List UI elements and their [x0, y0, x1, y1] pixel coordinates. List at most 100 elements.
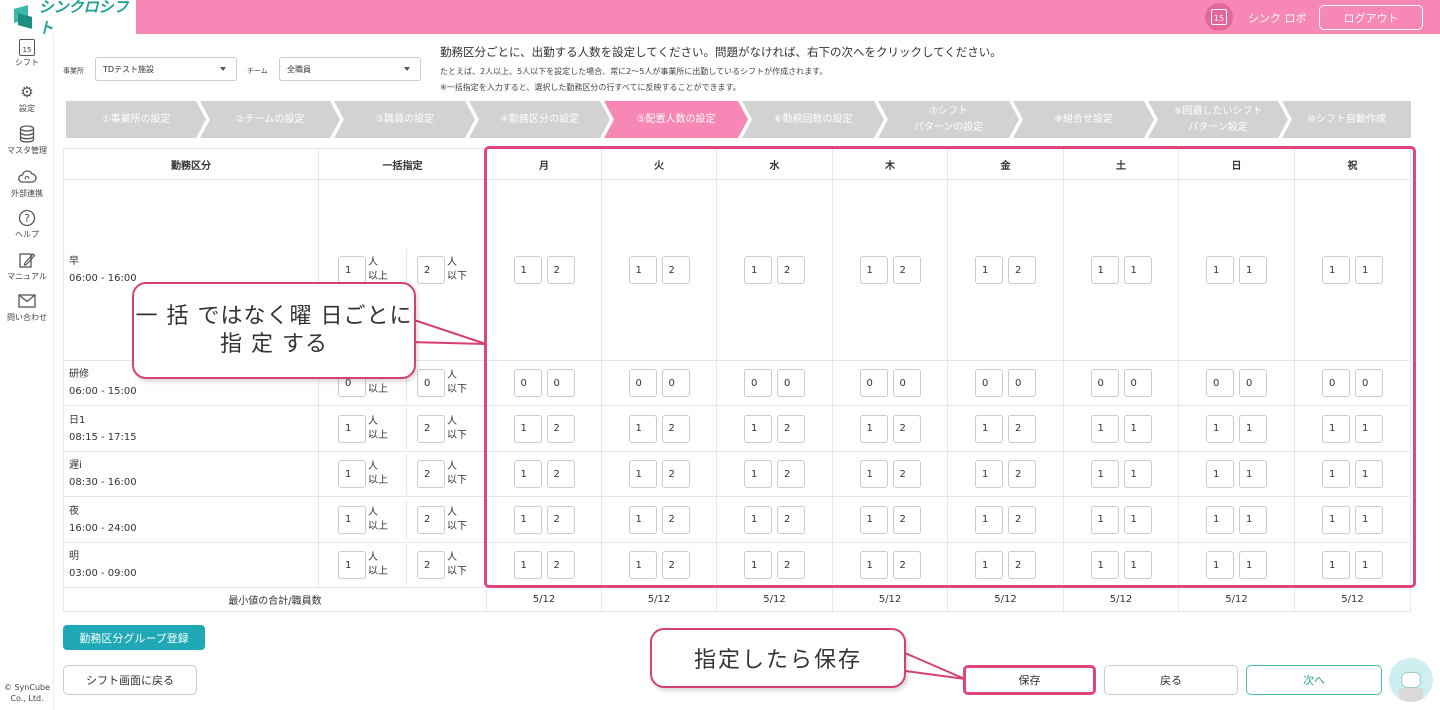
max-input[interactable]: 2 [892, 551, 921, 579]
min-input[interactable]: 1 [744, 505, 772, 534]
register-group-button[interactable]: 勤務区分グループ登録 [63, 625, 205, 650]
max-input[interactable]: 1 [1123, 256, 1152, 284]
sidebar-item-help[interactable]: ? ヘルプ [0, 208, 54, 240]
bulk-min-input[interactable]: 1 [338, 256, 366, 284]
bulk-min-input[interactable]: 1 [338, 551, 366, 579]
min-input[interactable]: 1 [628, 551, 657, 579]
min-input[interactable]: 1 [1090, 551, 1119, 579]
step-6[interactable]: ⑥勤務回数の設定 [742, 101, 884, 138]
min-input[interactable]: 0 [744, 369, 772, 397]
bulk-max-input[interactable]: 2 [417, 256, 445, 284]
max-input[interactable]: 2 [892, 414, 921, 443]
max-input[interactable]: 2 [546, 505, 575, 534]
calendar-button[interactable]: 15 [1205, 3, 1233, 31]
sidebar-item-contact[interactable]: 問い合わせ [0, 291, 54, 323]
min-input[interactable]: 1 [744, 256, 772, 284]
max-input[interactable]: 1 [1123, 551, 1152, 579]
min-input[interactable]: 0 [859, 369, 888, 397]
max-input[interactable]: 2 [546, 460, 575, 488]
min-input[interactable]: 1 [513, 256, 542, 284]
min-input[interactable]: 1 [859, 551, 888, 579]
step-3[interactable]: ③職員の設定 [334, 101, 475, 138]
min-input[interactable]: 1 [1322, 505, 1350, 534]
max-input[interactable]: 1 [1239, 551, 1267, 579]
max-input[interactable]: 2 [661, 460, 690, 488]
min-input[interactable]: 1 [975, 460, 1003, 488]
min-input[interactable]: 1 [1206, 460, 1234, 488]
min-input[interactable]: 0 [513, 369, 542, 397]
min-input[interactable]: 0 [628, 369, 657, 397]
step-7[interactable]: ⑦シフト パターンの設定 [878, 101, 1019, 138]
max-input[interactable]: 1 [1239, 505, 1267, 534]
max-input[interactable]: 1 [1239, 460, 1267, 488]
min-input[interactable]: 1 [1322, 551, 1350, 579]
min-input[interactable]: 1 [975, 505, 1003, 534]
min-input[interactable]: 1 [859, 460, 888, 488]
bulk-max-input[interactable]: 2 [417, 551, 445, 579]
min-input[interactable]: 1 [859, 256, 888, 284]
max-input[interactable]: 0 [892, 369, 921, 397]
min-input[interactable]: 1 [1206, 414, 1234, 443]
min-input[interactable]: 1 [744, 460, 772, 488]
sidebar-item-settings[interactable]: ⚙ 設定 [0, 82, 54, 114]
assistant-robot-icon[interactable] [1389, 658, 1433, 702]
min-input[interactable]: 0 [1090, 369, 1119, 397]
bulk-max-input[interactable]: 2 [417, 460, 445, 488]
max-input[interactable]: 2 [777, 505, 805, 534]
max-input[interactable]: 2 [892, 505, 921, 534]
max-input[interactable]: 2 [546, 256, 575, 284]
min-input[interactable]: 1 [1090, 505, 1119, 534]
max-input[interactable]: 0 [1008, 369, 1036, 397]
next-button[interactable]: 次へ [1246, 665, 1382, 695]
min-input[interactable]: 1 [513, 460, 542, 488]
back-button[interactable]: 戻る [1104, 665, 1238, 695]
min-input[interactable]: 1 [1322, 414, 1350, 443]
min-input[interactable]: 1 [744, 414, 772, 443]
min-input[interactable]: 1 [859, 505, 888, 534]
max-input[interactable]: 2 [1008, 256, 1036, 284]
step-4[interactable]: ④勤務区分の設定 [469, 101, 610, 138]
max-input[interactable]: 2 [1008, 414, 1036, 443]
min-input[interactable]: 1 [1206, 505, 1234, 534]
min-input[interactable]: 0 [1206, 369, 1234, 397]
min-input[interactable]: 1 [1322, 460, 1350, 488]
max-input[interactable]: 2 [1008, 460, 1036, 488]
min-input[interactable]: 1 [975, 551, 1003, 579]
min-input[interactable]: 1 [744, 551, 772, 579]
max-input[interactable]: 2 [661, 414, 690, 443]
max-input[interactable]: 2 [777, 551, 805, 579]
step-8[interactable]: ⑧組合せ設定 [1013, 101, 1154, 138]
min-input[interactable]: 1 [513, 414, 542, 443]
max-input[interactable]: 2 [1008, 505, 1036, 534]
min-input[interactable]: 1 [1206, 551, 1234, 579]
office-select[interactable]: TDテスト施設 [95, 57, 237, 81]
min-input[interactable]: 1 [1206, 256, 1234, 284]
bulk-max-input[interactable]: 2 [417, 414, 445, 443]
max-input[interactable]: 1 [1239, 414, 1267, 443]
sidebar-item-shift[interactable]: 15 シフト [0, 39, 54, 68]
max-input[interactable]: 2 [661, 505, 690, 534]
max-input[interactable]: 0 [1355, 369, 1383, 397]
max-input[interactable]: 0 [661, 369, 690, 397]
max-input[interactable]: 1 [1239, 256, 1267, 284]
logout-button[interactable]: ログアウト [1319, 5, 1423, 30]
user-name[interactable]: シンク ロボ [1248, 10, 1307, 26]
max-input[interactable]: 2 [777, 256, 805, 284]
max-input[interactable]: 2 [777, 460, 805, 488]
min-input[interactable]: 1 [1090, 414, 1119, 443]
max-input[interactable]: 0 [1239, 369, 1267, 397]
min-input[interactable]: 0 [1322, 369, 1350, 397]
min-input[interactable]: 1 [975, 414, 1003, 443]
max-input[interactable]: 2 [546, 414, 575, 443]
max-input[interactable]: 2 [661, 256, 690, 284]
max-input[interactable]: 1 [1123, 505, 1152, 534]
max-input[interactable]: 1 [1355, 256, 1383, 284]
bulk-min-input[interactable]: 1 [338, 414, 366, 443]
bulk-max-input[interactable]: 0 [417, 369, 445, 397]
min-input[interactable]: 1 [628, 505, 657, 534]
max-input[interactable]: 2 [661, 551, 690, 579]
max-input[interactable]: 1 [1355, 551, 1383, 579]
bulk-min-input[interactable]: 1 [338, 505, 366, 534]
sidebar-item-integration[interactable]: 外部連携 [0, 167, 54, 199]
min-input[interactable]: 1 [1090, 460, 1119, 488]
